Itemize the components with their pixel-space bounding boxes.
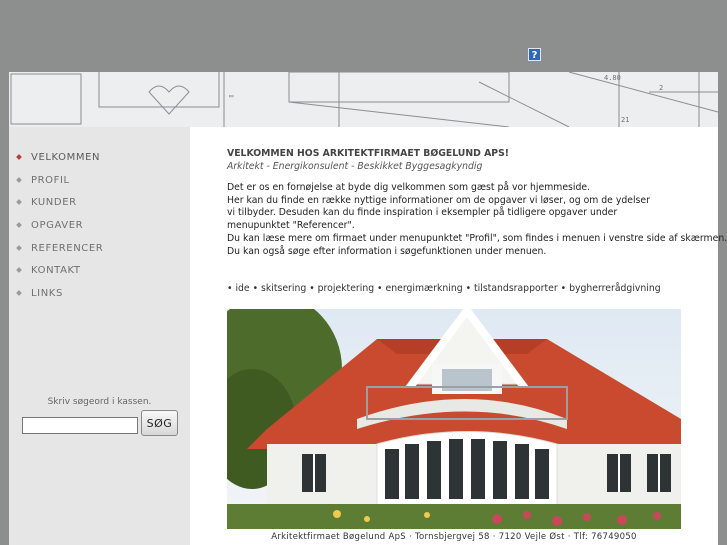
nav-item-label: LINKS bbox=[31, 288, 63, 300]
nav-item-kontakt[interactable]: KONTAKT bbox=[9, 262, 190, 285]
nav-item-kunder[interactable]: KUNDER bbox=[9, 194, 190, 217]
page-title: VELKOMMEN HOS ARKITEKTFIRMAET BØGELUND A… bbox=[227, 148, 510, 159]
diamond-bullet-icon bbox=[16, 176, 22, 183]
main-nav: VELKOMMEN PROFIL KUNDER OPGAVER REFERENC… bbox=[9, 149, 190, 308]
diamond-bullet-icon bbox=[16, 290, 22, 296]
diamond-bullet-icon bbox=[16, 244, 22, 251]
search-hint: Skriv søgeord i kassen. bbox=[47, 397, 152, 407]
help-icon[interactable]: ? bbox=[528, 48, 541, 61]
welcome-line: Her kan du finde en række nyttige inform… bbox=[227, 194, 650, 206]
nav-item-opgaver[interactable]: OPGAVER bbox=[9, 217, 190, 240]
page-subtitle: Arkitekt - Energikonsulent - Beskikket B… bbox=[227, 161, 483, 172]
nav-item-referencer[interactable]: REFERENCER bbox=[9, 240, 190, 263]
welcome-line: vi tilbyder. Desuden kan du finde inspir… bbox=[227, 207, 618, 219]
nav-item-label: REFERENCER bbox=[31, 242, 104, 254]
search-button[interactable]: SØG bbox=[141, 410, 178, 436]
welcome-line: Du kan også søge efter information i søg… bbox=[227, 245, 547, 257]
nav-item-label: OPGAVER bbox=[31, 220, 84, 232]
diamond-bullet-icon bbox=[16, 199, 22, 206]
nav-item-label: VELKOMMEN bbox=[31, 152, 101, 163]
welcome-line: Du kan læse mere om firmaet under menupu… bbox=[227, 232, 727, 244]
svg-text:2: 2 bbox=[659, 84, 663, 92]
svg-text:21: 21 bbox=[621, 116, 629, 124]
services-list: • ide • skitsering • projektering • ener… bbox=[227, 283, 661, 294]
footer-address: Arkitektfirmaet Bøgelund ApS · Tornsbjer… bbox=[271, 532, 637, 542]
diamond-bullet-icon bbox=[16, 154, 22, 160]
diamond-bullet-icon bbox=[16, 222, 22, 228]
welcome-line: menupunktet "Referencer". bbox=[227, 220, 355, 232]
nav-item-links[interactable]: LINKS bbox=[9, 285, 190, 308]
search-input[interactable] bbox=[22, 417, 138, 434]
main-content: VELKOMMEN HOS ARKITEKTFIRMAET BØGELUND A… bbox=[190, 127, 727, 545]
diamond-bullet-icon bbox=[16, 267, 22, 274]
nav-item-label: PROFIL bbox=[31, 174, 70, 186]
nav-item-profil[interactable]: PROFIL bbox=[9, 172, 190, 195]
sidebar: VELKOMMEN PROFIL KUNDER OPGAVER REFERENC… bbox=[9, 127, 190, 545]
house-photo bbox=[227, 309, 681, 529]
svg-text:▭: ▭ bbox=[229, 92, 233, 100]
svg-text:4.80: 4.80 bbox=[604, 74, 621, 82]
welcome-line: Det er os en fornøjelse at byde dig velk… bbox=[227, 182, 591, 193]
nav-item-velkommen[interactable]: VELKOMMEN bbox=[9, 149, 190, 172]
nav-item-label: KUNDER bbox=[31, 197, 77, 209]
welcome-text: Det er os en fornøjelse at byde dig velk… bbox=[227, 182, 727, 258]
nav-item-label: KONTAKT bbox=[31, 265, 81, 277]
blueprint-banner: ▭ 4.80 2 21 bbox=[9, 72, 718, 127]
